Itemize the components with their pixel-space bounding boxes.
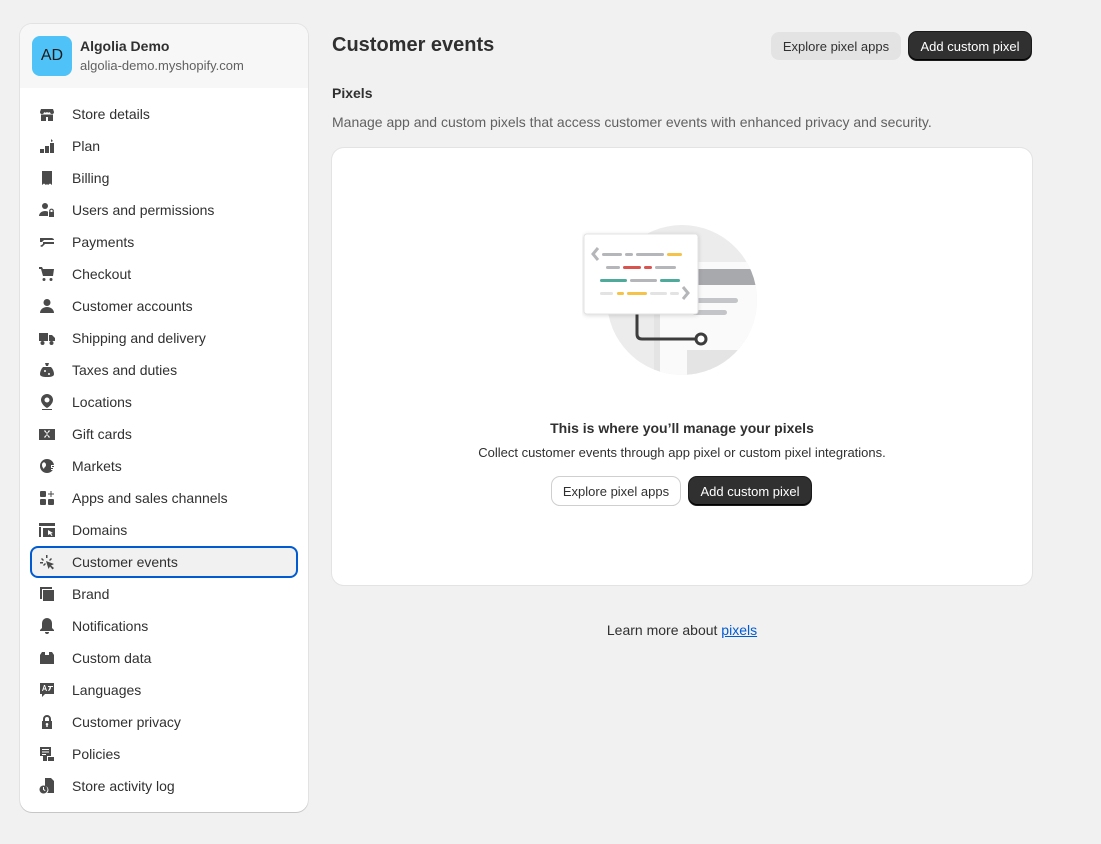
bell-icon — [38, 617, 56, 635]
sidebar-item-checkout[interactable]: Checkout — [30, 258, 298, 290]
pixels-section-title: Pixels — [332, 85, 373, 101]
payments-icon — [38, 233, 56, 251]
sidebar-item-label: Gift cards — [72, 426, 132, 442]
sidebar-item-store-details[interactable]: Store details — [30, 98, 298, 130]
settings-nav: Store details Plan Billing Users and permis… — [20, 88, 308, 802]
sidebar-item-label: Brand — [72, 586, 110, 602]
plan-icon — [38, 137, 56, 155]
sidebar-item-label: Shipping and delivery — [72, 330, 206, 346]
store-header[interactable]: AD Algolia Demo algolia-demo.myshopify.c… — [20, 24, 308, 88]
sidebar-item-label: Customer accounts — [72, 298, 193, 314]
learn-more: Learn more about pixels — [332, 622, 1032, 638]
sidebar-item-label: Plan — [72, 138, 101, 154]
sidebar-item-label: Store details — [72, 106, 150, 122]
sidebar-item-locations[interactable]: Locations — [30, 386, 298, 418]
store-avatar: AD — [32, 36, 72, 76]
apps-icon — [38, 489, 56, 507]
sidebar-item-markets[interactable]: Markets — [30, 450, 298, 482]
learn-more-text: Learn more about — [606, 622, 722, 638]
sidebar-item-label: Checkout — [72, 266, 132, 282]
store-domain: algolia-demo.myshopify.com — [80, 58, 244, 73]
sidebar-item-store-activity-log[interactable]: Store activity log — [30, 770, 298, 802]
sidebar-item-taxes-and-duties[interactable]: Taxes and duties — [30, 354, 298, 386]
sidebar-item-customer-privacy[interactable]: Customer privacy — [30, 706, 298, 738]
pixels-empty-state-card: This is where you’ll manage your pixels … — [332, 148, 1032, 585]
sidebar-item-payments[interactable]: Payments — [30, 226, 298, 258]
pixels-section-description: Manage app and custom pixels that access… — [332, 114, 932, 130]
language-icon — [38, 681, 56, 699]
sidebar-item-domains[interactable]: Domains — [30, 514, 298, 546]
sidebar-item-brand[interactable]: Brand — [30, 578, 298, 610]
sidebar-item-label: Languages — [72, 682, 142, 698]
sidebar-item-label: Policies — [72, 746, 121, 762]
sidebar-item-label: Domains — [72, 522, 128, 538]
pixels-help-link[interactable]: pixels — [721, 622, 757, 638]
settings-sidebar: AD Algolia Demo algolia-demo.myshopify.c… — [20, 24, 308, 812]
empty-state-explore-button[interactable]: Explore pixel apps — [552, 477, 680, 505]
billing-icon — [38, 169, 56, 187]
sidebar-item-label: Billing — [72, 170, 110, 186]
sidebar-item-customer-events[interactable]: Customer events — [30, 546, 298, 578]
sidebar-item-label: Payments — [72, 234, 135, 250]
domains-icon — [38, 521, 56, 539]
store-info: Algolia Demo algolia-demo.myshopify.com — [80, 37, 244, 75]
users-icon — [38, 201, 56, 219]
activity-log-icon — [38, 777, 56, 795]
sidebar-item-label: Custom data — [72, 650, 152, 666]
page-title: Customer events — [332, 34, 495, 56]
sidebar-item-notifications[interactable]: Notifications — [30, 610, 298, 642]
sidebar-item-users-and-permissions[interactable]: Users and permissions — [30, 194, 298, 226]
sidebar-item-label: Customer events — [72, 554, 178, 570]
sidebar-item-shipping-and-delivery[interactable]: Shipping and delivery — [30, 322, 298, 354]
store-name: Algolia Demo — [80, 38, 170, 54]
cart-icon — [38, 265, 56, 283]
sidebar-item-custom-data[interactable]: Custom data — [30, 642, 298, 674]
cursor-click-icon — [38, 553, 56, 571]
pixels-illustration — [583, 225, 757, 375]
custom-data-icon — [38, 649, 56, 667]
policies-icon — [38, 745, 56, 763]
sidebar-item-label: Store activity log — [72, 778, 175, 794]
gift-card-icon — [38, 425, 56, 443]
location-icon — [38, 393, 56, 411]
sidebar-item-policies[interactable]: Policies — [30, 738, 298, 770]
sidebar-item-label: Apps and sales channels — [72, 490, 228, 506]
sidebar-item-plan[interactable]: Plan — [30, 130, 298, 162]
tax-icon — [38, 361, 56, 379]
empty-state-add-button[interactable]: Add custom pixel — [689, 477, 811, 505]
person-icon — [38, 297, 56, 315]
sidebar-item-billing[interactable]: Billing — [30, 162, 298, 194]
explore-pixel-apps-button[interactable]: Explore pixel apps — [771, 32, 901, 60]
sidebar-item-label: Notifications — [72, 618, 149, 634]
store-icon — [38, 105, 56, 123]
sidebar-item-apps-and-sales-channels[interactable]: Apps and sales channels — [30, 482, 298, 514]
brand-icon — [38, 585, 56, 603]
sidebar-item-label: Taxes and duties — [72, 362, 178, 378]
sidebar-item-label: Customer privacy — [72, 714, 181, 730]
sidebar-item-label: Markets — [72, 458, 122, 474]
truck-icon — [38, 329, 56, 347]
empty-state-title: This is where you’ll manage your pixels — [550, 420, 814, 436]
sidebar-item-languages[interactable]: Languages — [30, 674, 298, 706]
empty-state-description: Collect customer events through app pixe… — [478, 445, 886, 460]
sidebar-item-label: Locations — [72, 394, 132, 410]
lock-icon — [38, 713, 56, 731]
sidebar-item-label: Users and permissions — [72, 202, 215, 218]
globe-icon — [38, 457, 56, 475]
sidebar-item-gift-cards[interactable]: Gift cards — [30, 418, 298, 450]
add-custom-pixel-button[interactable]: Add custom pixel — [909, 32, 1031, 60]
sidebar-item-customer-accounts[interactable]: Customer accounts — [30, 290, 298, 322]
